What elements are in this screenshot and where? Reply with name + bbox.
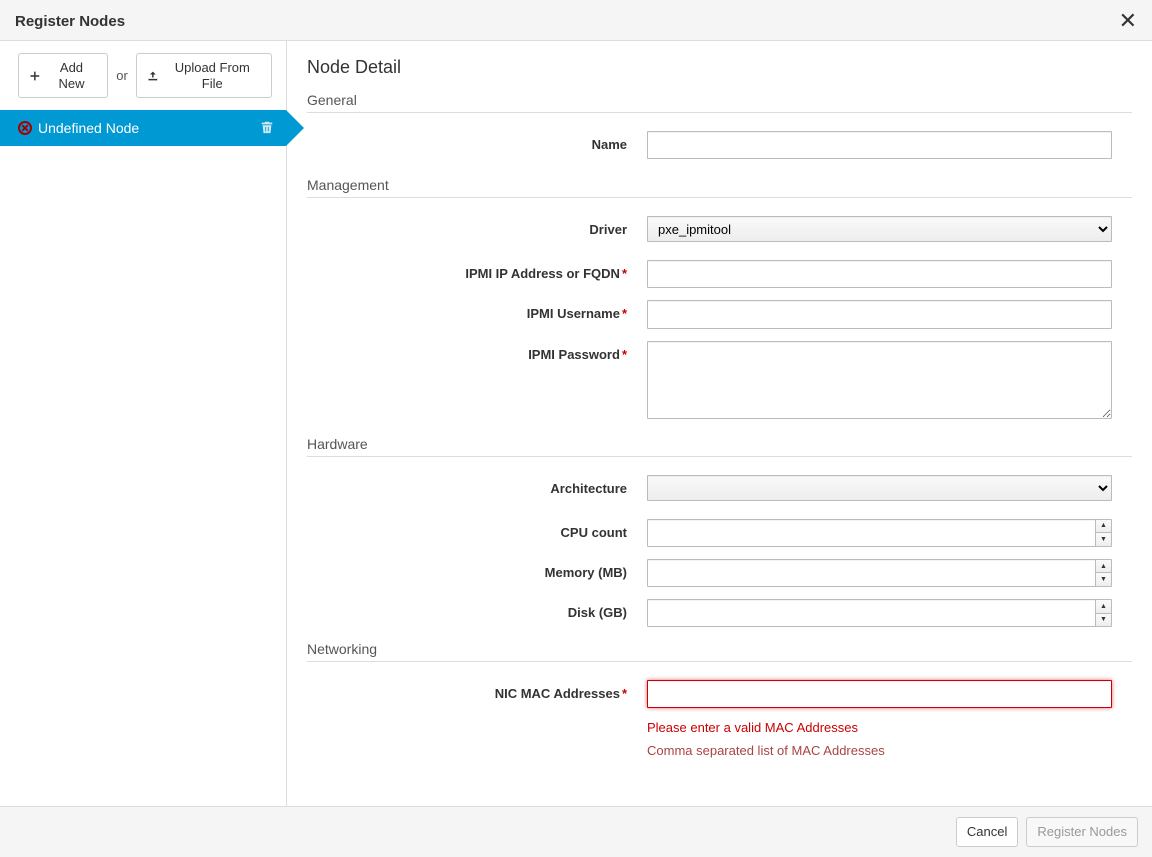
error-circle-icon: [18, 121, 32, 135]
dialog-body: Add New or Upload From File Undefined No…: [0, 41, 1152, 806]
sidebar-toolbar: Add New or Upload From File: [0, 41, 286, 110]
ipmi-password-label: IPMI Password: [528, 347, 620, 362]
add-new-button[interactable]: Add New: [18, 53, 108, 98]
upload-icon: [147, 70, 159, 82]
chevron-up-icon[interactable]: ▲: [1096, 520, 1111, 534]
detail-title: Node Detail: [307, 57, 1132, 78]
dialog-footer: Cancel Register Nodes: [0, 806, 1152, 857]
required-marker: *: [622, 266, 627, 281]
section-hardware: Hardware: [307, 436, 1132, 457]
cancel-button[interactable]: Cancel: [956, 817, 1018, 847]
node-detail-panel: Node Detail General Name Management Driv…: [287, 41, 1152, 806]
register-nodes-dialog: Register Nodes ✕ Add New or Upload From …: [0, 0, 1152, 857]
mac-error-text: Please enter a valid MAC Addresses: [647, 720, 1132, 735]
chevron-down-icon[interactable]: ▼: [1096, 614, 1111, 627]
required-marker: *: [622, 686, 627, 701]
dialog-header: Register Nodes ✕: [0, 0, 1152, 41]
required-marker: *: [622, 306, 627, 321]
section-management: Management: [307, 177, 1132, 198]
memory-input[interactable]: [647, 559, 1112, 587]
cpu-count-input[interactable]: [647, 519, 1112, 547]
disk-input[interactable]: [647, 599, 1112, 627]
upload-label: Upload From File: [164, 60, 261, 91]
driver-label: Driver: [589, 222, 627, 237]
chevron-down-icon[interactable]: ▼: [1096, 533, 1111, 546]
architecture-select[interactable]: [647, 475, 1112, 501]
sidebar: Add New or Upload From File Undefined No…: [0, 41, 287, 806]
chevron-down-icon[interactable]: ▼: [1096, 573, 1111, 586]
plus-icon: [29, 70, 41, 82]
name-label: Name: [307, 131, 647, 152]
section-general: General: [307, 92, 1132, 113]
mac-help-text: Comma separated list of MAC Addresses: [647, 743, 1132, 758]
cpu-count-label: CPU count: [561, 525, 627, 540]
mac-label: NIC MAC Addresses: [495, 686, 620, 701]
chevron-up-icon[interactable]: ▲: [1096, 600, 1111, 614]
section-networking: Networking: [307, 641, 1132, 662]
memory-label: Memory (MB): [545, 565, 627, 580]
cpu-stepper[interactable]: ▲▼: [1095, 520, 1111, 546]
add-new-label: Add New: [46, 60, 98, 91]
disk-label: Disk (GB): [568, 605, 627, 620]
driver-select[interactable]: pxe_ipmitool: [647, 216, 1112, 242]
chevron-up-icon[interactable]: ▲: [1096, 560, 1111, 574]
dialog-title: Register Nodes: [15, 13, 125, 30]
mac-input[interactable]: [647, 680, 1112, 708]
sidebar-node-item[interactable]: Undefined Node: [0, 110, 286, 146]
close-icon[interactable]: ✕: [1119, 10, 1137, 32]
register-nodes-button[interactable]: Register Nodes: [1026, 817, 1138, 847]
memory-stepper[interactable]: ▲▼: [1095, 560, 1111, 586]
ipmi-address-label: IPMI IP Address or FQDN: [465, 266, 620, 281]
disk-stepper[interactable]: ▲▼: [1095, 600, 1111, 626]
required-marker: *: [622, 347, 627, 362]
ipmi-password-input[interactable]: [647, 341, 1112, 419]
ipmi-username-input[interactable]: [647, 300, 1112, 328]
upload-from-file-button[interactable]: Upload From File: [136, 53, 272, 98]
node-item-label: Undefined Node: [38, 120, 260, 136]
ipmi-address-input[interactable]: [647, 260, 1112, 288]
or-text: or: [116, 68, 128, 83]
architecture-label: Architecture: [550, 481, 627, 496]
trash-icon[interactable]: [260, 120, 274, 137]
ipmi-username-label: IPMI Username: [527, 306, 620, 321]
name-input[interactable]: [647, 131, 1112, 159]
